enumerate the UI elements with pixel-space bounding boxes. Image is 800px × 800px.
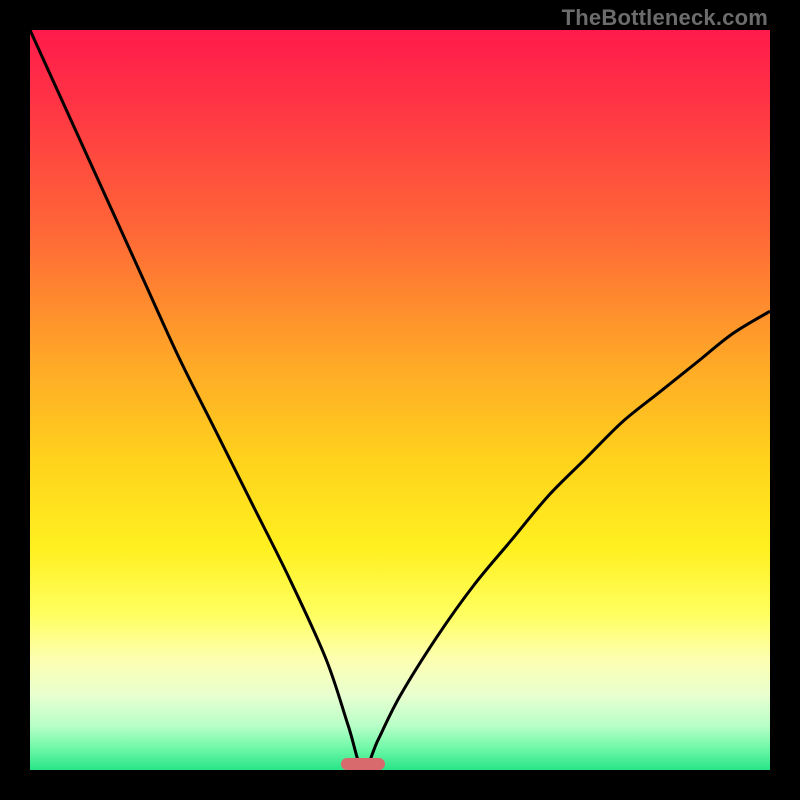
bottleneck-curve bbox=[30, 30, 770, 770]
curve-layer bbox=[30, 30, 770, 770]
plot-area bbox=[30, 30, 770, 770]
watermark-text: TheBottleneck.com bbox=[562, 5, 768, 31]
optimal-marker bbox=[341, 758, 385, 770]
outer-frame: TheBottleneck.com bbox=[0, 0, 800, 800]
